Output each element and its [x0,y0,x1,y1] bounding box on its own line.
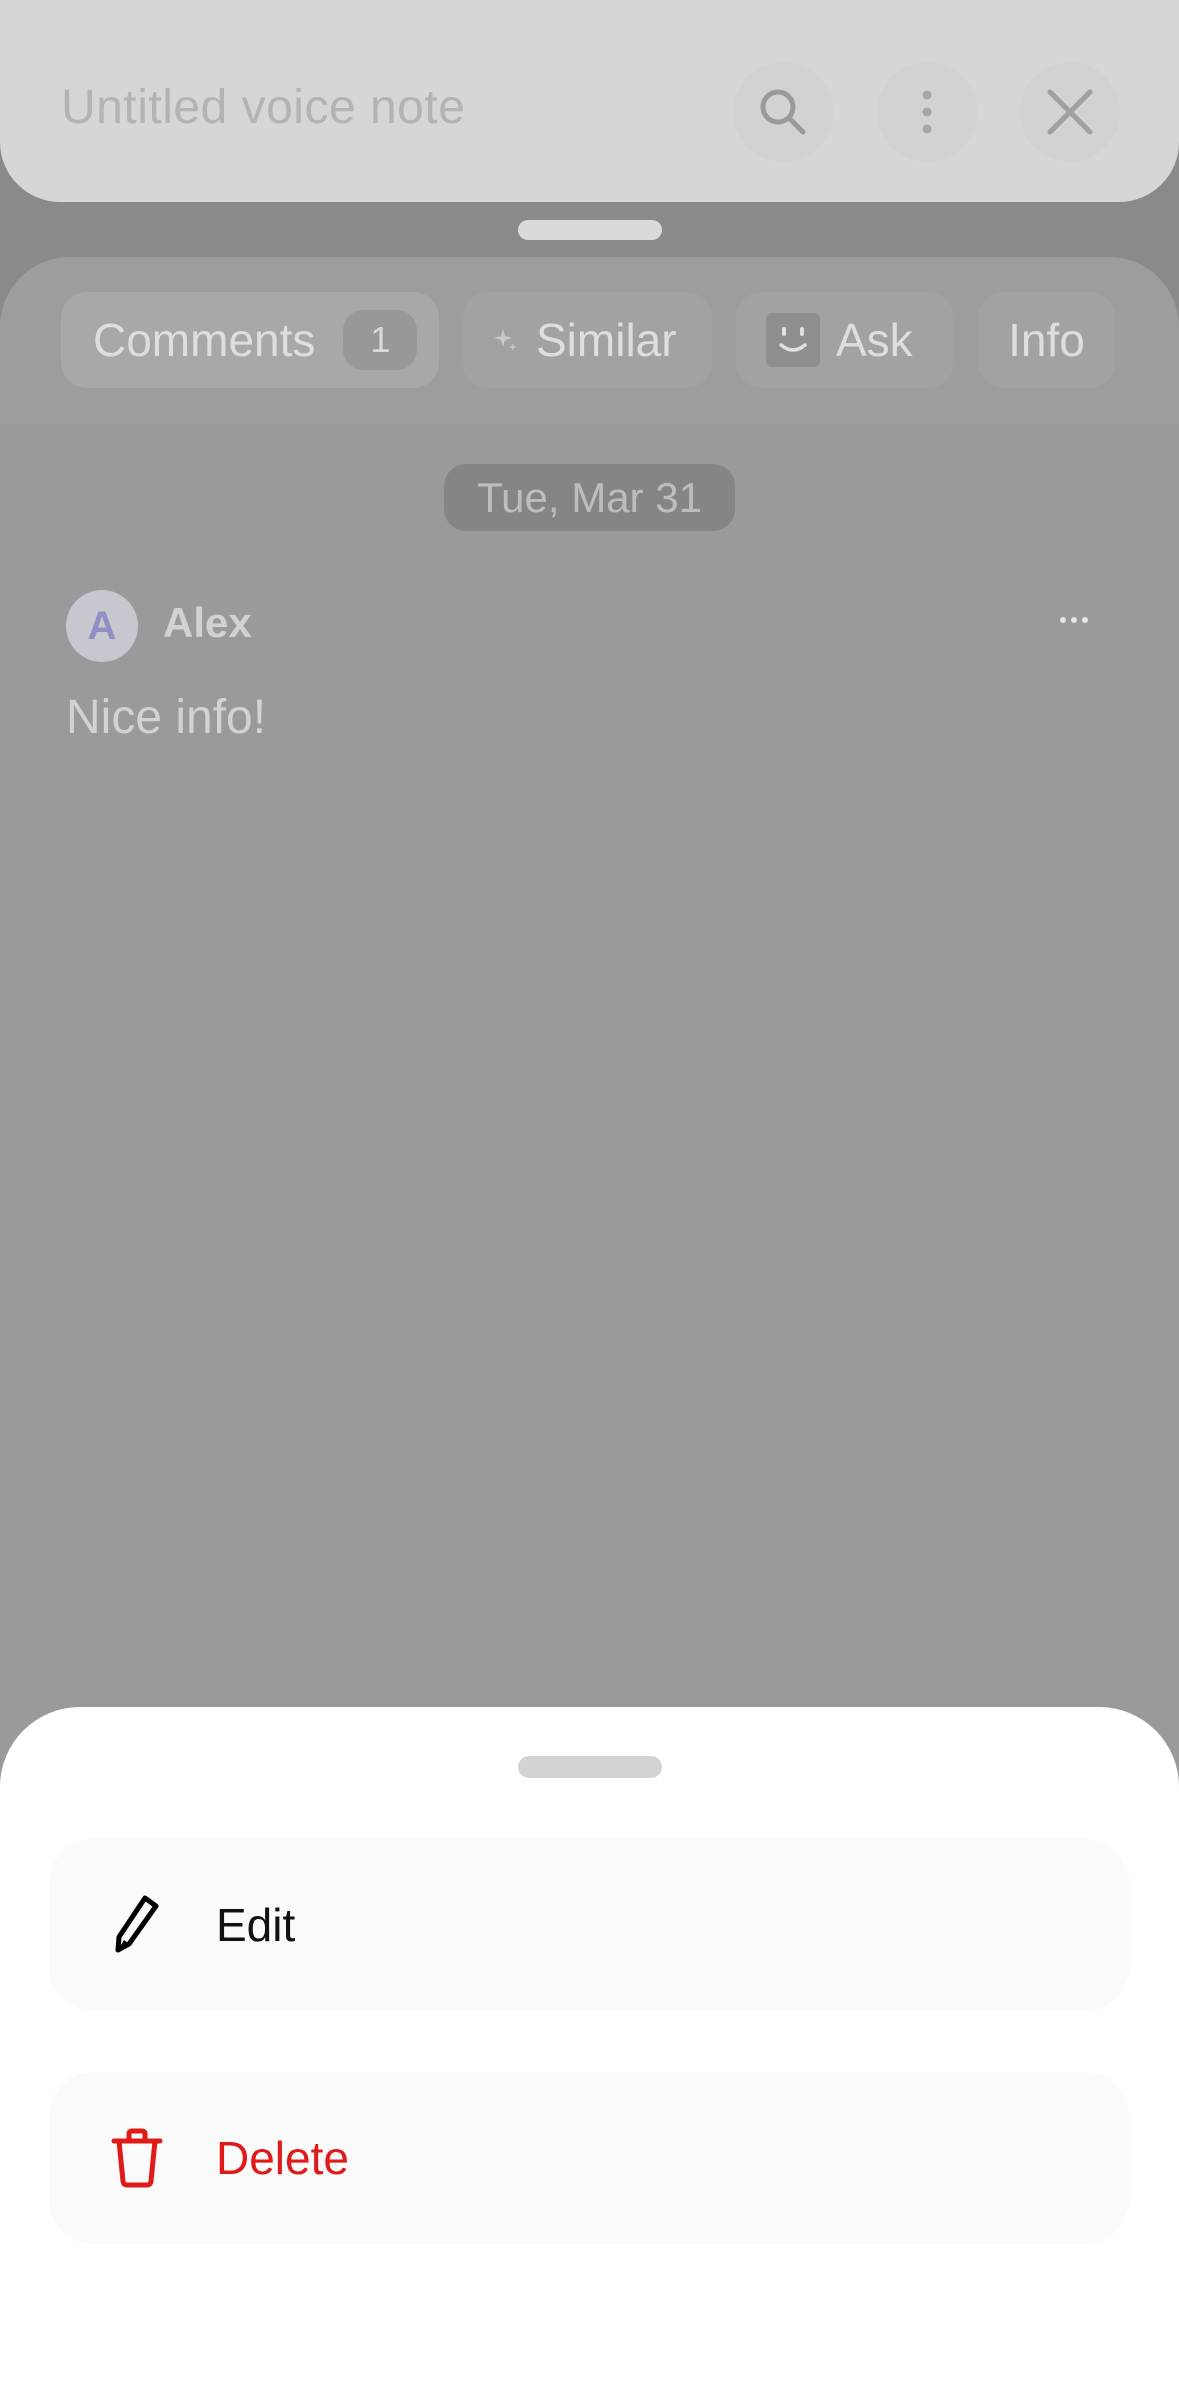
tab-ask-label: Ask [836,314,913,366]
comment-author: Alex [163,599,252,646]
edit-label: Edit [216,1899,296,1951]
close-icon [1047,89,1093,135]
more-vertical-icon [922,90,932,134]
tab-ask[interactable]: Ask [736,292,954,388]
search-button[interactable] [733,62,833,162]
pencil-icon [104,1890,170,1960]
comment-more-button[interactable] [1052,595,1096,645]
edit-button[interactable]: Edit [49,1839,1129,2011]
tab-info[interactable]: Info [978,292,1115,388]
avatar: A [66,590,138,662]
action-sheet-drag-handle[interactable] [518,1756,662,1778]
tab-similar-label: Similar [536,314,677,366]
delete-button[interactable]: Delete [49,2072,1129,2244]
comment-text: Nice info! [66,691,267,744]
trash-icon [104,2123,170,2193]
tab-similar[interactable]: Similar [462,292,712,388]
search-icon [760,89,806,135]
delete-label: Delete [216,2132,349,2184]
tab-info-label: Info [1008,314,1085,366]
comments-count-badge: 1 [343,310,418,370]
note-title[interactable]: Untitled voice note [61,80,465,135]
comment-action-sheet: Edit Delete [0,1707,1179,2396]
tab-comments[interactable]: Comments 1 [61,292,439,388]
sheet-drag-handle[interactable] [518,220,662,240]
tab-comments-label: Comments [93,314,316,366]
more-options-button[interactable] [877,62,977,162]
more-horizontal-icon [1060,617,1088,623]
sparkle-icon [492,326,520,354]
tab-bar: Comments 1 Similar Ask Info [0,257,1179,425]
date-separator: Tue, Mar 31 [444,464,735,531]
note-header: Untitled voice note [0,0,1179,202]
close-button[interactable] [1020,62,1120,162]
smiley-face-icon [766,313,820,367]
